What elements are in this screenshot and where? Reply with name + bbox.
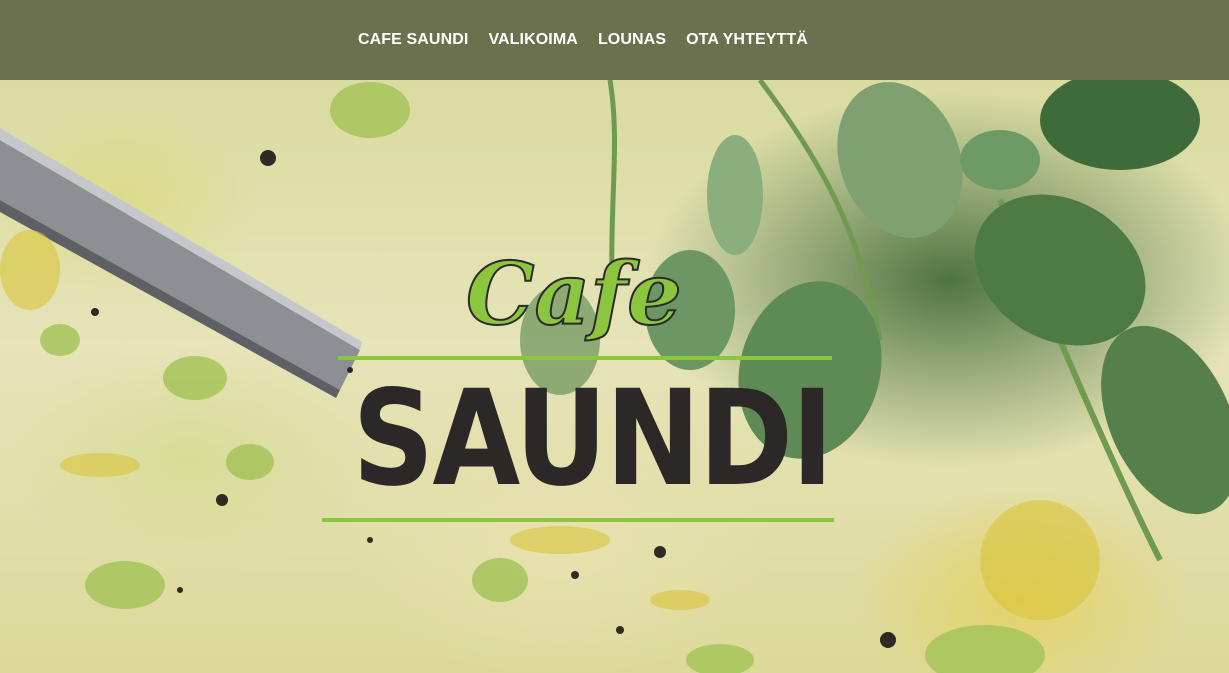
- logo-saundi-text: SAUNDI: [352, 362, 833, 516]
- logo-bottom-rule: [322, 518, 834, 522]
- cafe-saundi-logo: Cafe SAUNDI: [316, 240, 836, 530]
- nav-link-lounas[interactable]: LOUNAS: [598, 30, 666, 50]
- logo-cafe-text: Cafe: [465, 243, 683, 346]
- hero-banner: Cafe SAUNDI: [0, 80, 1229, 673]
- main-nav: CAFE SAUNDI VALIKOIMA LOUNAS OTA YHTEYTT…: [358, 30, 808, 50]
- nav-link-ota-yhteytta[interactable]: OTA YHTEYTTÄ: [686, 30, 808, 50]
- top-navigation-bar: CAFE SAUNDI VALIKOIMA LOUNAS OTA YHTEYTT…: [0, 0, 1229, 80]
- logo-top-rule: [338, 356, 832, 360]
- nav-link-cafe-saundi[interactable]: CAFE SAUNDI: [358, 30, 468, 50]
- nav-link-valikoima[interactable]: VALIKOIMA: [488, 30, 578, 50]
